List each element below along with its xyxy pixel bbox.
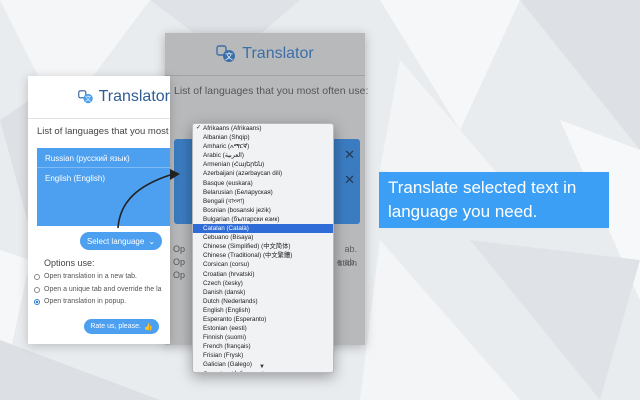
dropdown-option-label: Georgian (ქართული): [203, 371, 265, 372]
dropdown-option-label: Armenian (Հայերեն): [203, 161, 265, 169]
dropdown-option-label: Amharic (አማርኛ): [203, 143, 250, 151]
dropdown-option-label: Chinese (Simplified) (中文简体): [203, 243, 291, 251]
radio-selected-icon[interactable]: [34, 298, 40, 305]
option-label: Open translation in a new tab.: [44, 273, 138, 280]
languages-prompt: List of languages that you most: [37, 126, 169, 137]
selected-languages-list: Russian (русский язык) English (English): [37, 148, 170, 226]
dropdown-option[interactable]: Czech (česky): [193, 279, 333, 288]
language-options-list: ✓ Afrikaans (Afrikaans) Albanian (Shqip) Am…: [193, 124, 333, 372]
dropdown-option-label: Basque (euskara): [203, 179, 253, 187]
language-dropdown[interactable]: ✓ Afrikaans (Afrikaans) Albanian (Shqip) Am…: [192, 123, 334, 373]
radio-icon[interactable]: [34, 286, 40, 293]
feature-callout: Translate selected text in language you …: [379, 172, 609, 228]
dropdown-option[interactable]: Belarusian (Беларуская): [193, 188, 333, 197]
dropdown-option[interactable]: Croatian (hrvatski): [193, 270, 333, 279]
back-option-prefix: Op: [173, 244, 186, 254]
select-language-label: Select language: [86, 236, 145, 246]
dropdown-option-label: Esperanto (Esperanto): [203, 315, 267, 323]
translator-logo-icon: 文: [78, 90, 93, 104]
dropdown-option[interactable]: Georgian (ქართული): [193, 370, 333, 372]
dropdown-option[interactable]: Esperanto (Esperanto): [193, 315, 333, 324]
dropdown-option-label: Bulgarian (български език): [203, 215, 280, 223]
back-option-suffix: stion: [337, 258, 357, 268]
dropdown-option-label: Catalan (Català): [203, 225, 249, 233]
back-popup-header: 文 Translator: [165, 33, 365, 76]
option-label: Open a unique tab and override the la: [44, 286, 162, 293]
dropdown-option[interactable]: Corsican (corsu): [193, 260, 333, 269]
dropdown-option-label: Arabic (العربية): [203, 152, 245, 160]
dropdown-option[interactable]: ✓ Afrikaans (Afrikaans): [193, 124, 333, 133]
dropdown-option[interactable]: Basque (euskara): [193, 179, 333, 188]
dropdown-option-label: Azerbaijani (azərbaycan dili): [203, 170, 283, 178]
dropdown-option-label: Chinese (Traditional) (中文繁體): [203, 252, 293, 260]
back-option-prefix: Op: [173, 257, 186, 267]
dropdown-option[interactable]: Azerbaijani (azərbaycan dili): [193, 169, 333, 178]
dropdown-option-label: Albanian (Shqip): [203, 134, 250, 142]
dropdown-option-label: Danish (dansk): [203, 288, 246, 296]
dropdown-option-label: Belarusian (Беларуская): [203, 188, 273, 196]
dropdown-option[interactable]: Finnish (suomi): [193, 333, 333, 342]
option-unique-tab[interactable]: Open a unique tab and override the la: [34, 286, 162, 293]
app-title: Translator: [98, 88, 170, 105]
dropdown-option[interactable]: Bulgarian (български език): [193, 215, 333, 224]
option-popup[interactable]: Open translation in popup.: [34, 298, 126, 305]
dropdown-option[interactable]: Catalan (Català): [193, 224, 333, 234]
dropdown-option[interactable]: French (français): [193, 342, 333, 351]
dropdown-option-label: Czech (česky): [203, 279, 243, 287]
select-language-button[interactable]: Select language ⌄: [80, 232, 162, 250]
svg-text:文: 文: [225, 51, 233, 61]
dropdown-option-label: Croatian (hrvatski): [203, 270, 255, 278]
thumbs-up-icon: 👍: [143, 323, 153, 331]
rate-us-button[interactable]: Rate us, please. 👍: [84, 319, 159, 334]
dropdown-option[interactable]: Albanian (Shqip): [193, 133, 333, 142]
dropdown-option[interactable]: Frisian (Frysk): [193, 351, 333, 360]
dropdown-option-label: Galician (Galego): [203, 361, 252, 369]
dropdown-option[interactable]: Amharic (አማርኛ): [193, 142, 333, 151]
close-icon: ✕: [344, 147, 355, 162]
translator-logo-icon: 文: [216, 45, 236, 62]
dropdown-option[interactable]: Danish (dansk): [193, 288, 333, 297]
scroll-down-arrow-icon[interactable]: ▼: [259, 364, 265, 370]
dropdown-option-label: Bengali (বাংলা): [203, 197, 245, 205]
dropdown-option-label: English (English): [203, 306, 251, 314]
dropdown-option-label: Corsican (corsu): [203, 261, 250, 269]
dropdown-option[interactable]: English (English): [193, 306, 333, 315]
back-popup-prompt: List of languages that you most often us…: [174, 85, 369, 97]
callout-text: Translate selected text in language you …: [388, 178, 577, 221]
radio-icon[interactable]: [34, 273, 40, 280]
translator-popup: 文 Translator List of languages that you …: [28, 76, 170, 344]
option-new-tab[interactable]: Open translation in a new tab.: [34, 273, 137, 280]
chevron-down-icon: ⌄: [148, 236, 156, 246]
divider: [37, 167, 170, 168]
dropdown-option[interactable]: Estonian (eesti): [193, 324, 333, 333]
dropdown-option-label: Dutch (Nederlands): [203, 297, 258, 305]
svg-text:文: 文: [85, 95, 92, 103]
dropdown-option-label: French (français): [203, 343, 251, 351]
dropdown-option[interactable]: Armenian (Հայերեն): [193, 160, 333, 169]
dropdown-option[interactable]: Chinese (Traditional) (中文繁體): [193, 251, 333, 260]
options-title: Options use:: [44, 258, 95, 268]
language-item[interactable]: Russian (русский язык): [45, 154, 130, 163]
option-label: Open translation in popup.: [44, 298, 127, 305]
back-option-prefix: Op: [173, 270, 186, 280]
back-app-title: Translator: [242, 45, 314, 62]
popup-header: 文 Translator: [28, 76, 170, 119]
dropdown-option[interactable]: Arabic (العربية): [193, 151, 333, 160]
dropdown-option[interactable]: Bengali (বাংলা): [193, 197, 333, 206]
dropdown-option-label: Frisian (Frysk): [203, 352, 244, 360]
dropdown-option[interactable]: Chinese (Simplified) (中文简体): [193, 242, 333, 251]
dropdown-option[interactable]: Dutch (Nederlands): [193, 297, 333, 306]
back-option-suffix: ab.: [344, 244, 357, 254]
close-icon: ✕: [344, 172, 355, 187]
dropdown-option[interactable]: Cebuano (Bisaya): [193, 233, 333, 242]
dropdown-option-label: Cebuano (Bisaya): [203, 234, 254, 242]
dropdown-option[interactable]: Bosnian (bosanski jezik): [193, 206, 333, 215]
language-item[interactable]: English (English): [45, 174, 105, 183]
dropdown-option-label: Estonian (eesti): [203, 325, 247, 333]
rate-us-label: Rate us, please.: [90, 323, 141, 330]
dropdown-option-label: Bosnian (bosanski jezik): [203, 206, 271, 214]
dropdown-option-label: Afrikaans (Afrikaans): [203, 125, 262, 132]
dropdown-option-label: Finnish (suomi): [203, 334, 247, 342]
checkmark-icon: ✓: [196, 125, 202, 131]
